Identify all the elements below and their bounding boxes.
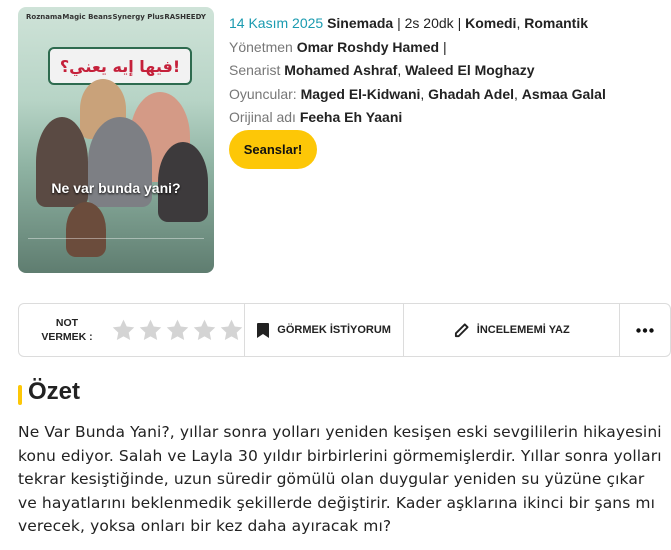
more-horizontal-icon [636, 327, 654, 333]
meta-cast-row: Oyuncular: Maged El-Kidwani, Ghadah Adel… [229, 85, 606, 102]
star-rating [111, 318, 244, 343]
director-label: Yönetmen [229, 38, 293, 55]
genre-link[interactable]: Romantik [524, 15, 588, 31]
release-date: 14 Kasım 2025 [229, 15, 324, 31]
director-link[interactable]: Omar Roshdy Hamed [297, 39, 439, 55]
poster-turkish-title: Ne var bunda yani? [51, 180, 181, 196]
showtimes-button[interactable]: Seanslar! [229, 130, 317, 169]
pencil-icon [454, 322, 469, 337]
bookmark-icon [257, 322, 270, 338]
star-icon[interactable] [165, 318, 190, 343]
original-title: Feeha Eh Yaani [299, 109, 403, 125]
star-icon[interactable] [219, 318, 244, 343]
write-review-button[interactable]: İNCELEMEMİ YAZ [404, 304, 621, 356]
writer-label: Senarist [229, 62, 281, 78]
action-bar: NOT VERMEK : GÖRMEK İSTİYORUM İNCELEMEMİ… [18, 303, 671, 357]
writer-link[interactable]: Waleed El Moghazy [405, 62, 534, 78]
release-status: Sinemada [327, 15, 394, 31]
watchlist-label: GÖRMEK İSTİYORUM [277, 324, 391, 336]
meta-original-title-row: Orijinal adı Feeha Eh Yaani [229, 106, 606, 130]
meta-writer-row: Senarist Mohamed Ashraf, Waleed El Mogha… [229, 62, 535, 78]
star-icon[interactable] [111, 318, 136, 343]
more-options-button[interactable] [620, 304, 670, 356]
poster-credits [28, 238, 204, 261]
meta-director-row: Yönetmen Omar Roshdy Hamed | [229, 38, 447, 55]
rate-label: NOT VERMEK : [41, 317, 93, 343]
duration: 2s 20dk [404, 15, 454, 31]
watchlist-button[interactable]: GÖRMEK İSTİYORUM [245, 304, 405, 356]
review-label: İNCELEMEMİ YAZ [476, 324, 570, 336]
summary-text: Ne Var Bunda Yani?, yıllar sonra yolları… [18, 423, 662, 535]
star-icon[interactable] [192, 318, 217, 343]
section-accent-bar [18, 385, 22, 405]
movie-poster[interactable]: Roznama Magic Beans Synergy Plus RASHEED… [18, 7, 214, 273]
cast-label: Oyuncular: [229, 85, 297, 102]
cast-link[interactable]: Asmaa Galal [522, 86, 606, 102]
meta-release-row: 14 Kasım 2025 Sinemada | 2s 20dk | Komed… [229, 15, 589, 31]
poster-brands: Roznama Magic Beans Synergy Plus RASHEED… [26, 13, 206, 21]
rating-section: NOT VERMEK : [19, 304, 245, 356]
summary-heading: Özet [28, 378, 81, 405]
star-icon[interactable] [138, 318, 163, 343]
genre-link[interactable]: Komedi [465, 15, 516, 31]
movie-meta: 14 Kasım 2025 Sinemada | 2s 20dk | Komed… [229, 12, 606, 130]
cast-link[interactable]: Ghadah Adel [428, 86, 514, 102]
poster-arabic-title: فيها إيه يعني؟! [48, 47, 192, 85]
cast-link[interactable]: Maged El-Kidwani [301, 86, 421, 102]
original-title-label: Orijinal adı [229, 109, 296, 125]
writer-link[interactable]: Mohamed Ashraf [284, 62, 397, 78]
